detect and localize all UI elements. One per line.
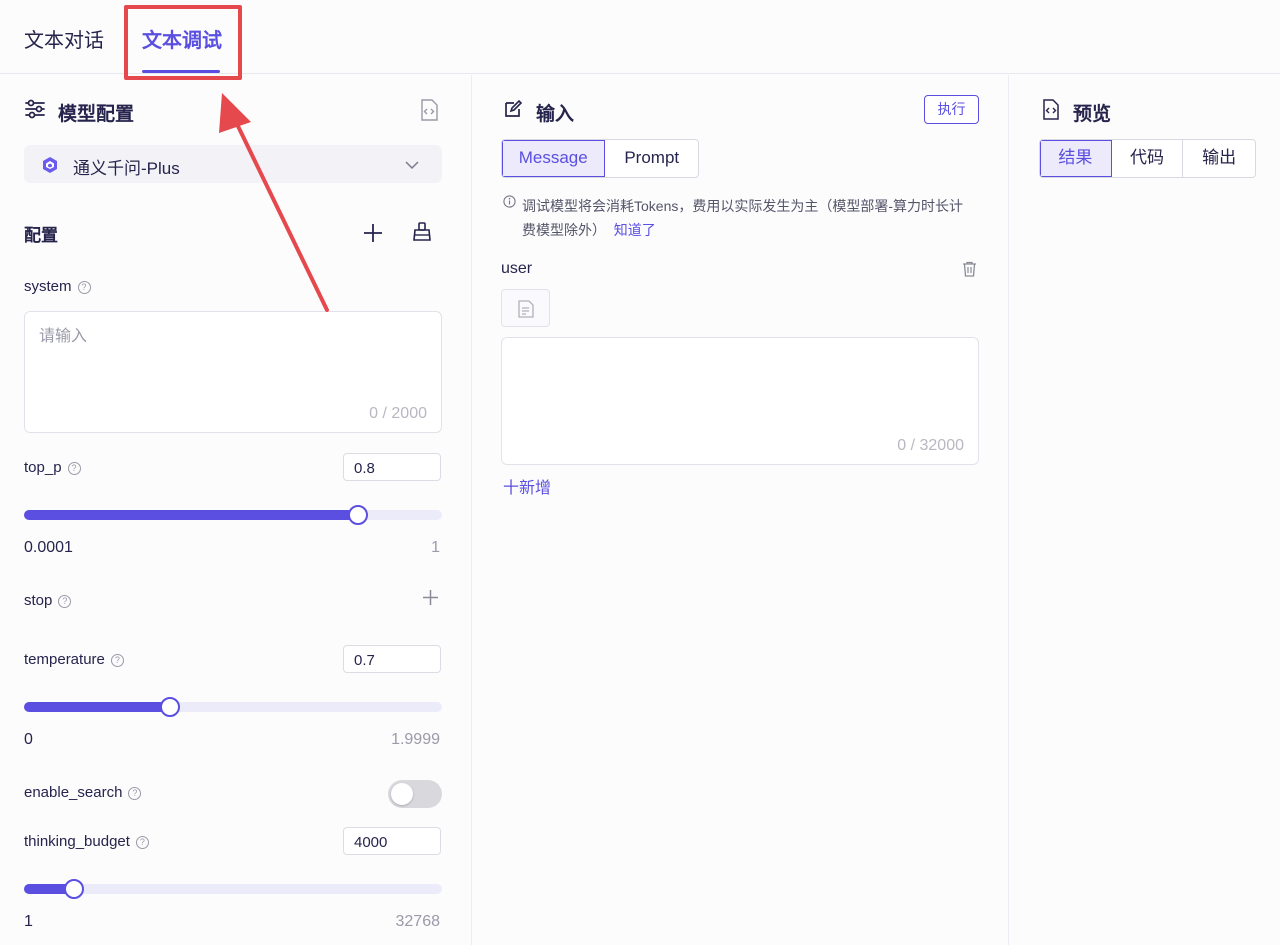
slider-thumb[interactable] [160, 697, 180, 717]
toggle-knob [391, 783, 413, 805]
top-p-max: 1 [431, 539, 440, 556]
top-p-input[interactable]: 0.8 [343, 453, 441, 481]
preview-panel: 预览 结果 代码 输出 [1009, 75, 1280, 945]
temperature-slider[interactable] [24, 697, 442, 717]
thinking-budget-max: 32768 [395, 913, 441, 930]
qwen-logo-icon [41, 156, 59, 179]
temperature-label-text: temperature [24, 651, 105, 668]
top-p-slider[interactable] [24, 505, 442, 525]
top-p-min: 0.0001 [24, 539, 73, 556]
settings-sliders-icon [24, 99, 46, 124]
temperature-max: 1.9999 [391, 731, 440, 748]
mode-message[interactable]: Message [502, 140, 606, 177]
slider-fill [24, 702, 170, 712]
model-config-title: 模型配置 [58, 104, 135, 125]
model-name: 通义千问-Plus [73, 159, 180, 178]
document-icon [517, 299, 535, 324]
message-char-counter: 0 / 32000 [897, 437, 964, 454]
stop-label-text: stop [24, 592, 53, 609]
add-stop-icon[interactable] [422, 589, 439, 611]
help-icon[interactable]: ? [67, 462, 81, 475]
code-file-icon [1042, 99, 1060, 125]
enable-search-toggle[interactable] [388, 780, 442, 808]
info-icon [503, 195, 516, 213]
enable-search-label-text: enable_search [24, 784, 123, 801]
slider-fill [24, 510, 358, 520]
top-p-label-text: top_p [24, 459, 62, 476]
mode-switch: Message Prompt [501, 139, 699, 178]
system-char-counter: 0 / 2000 [369, 405, 427, 422]
help-icon[interactable]: ? [110, 654, 124, 667]
config-section-label: 配置 [24, 226, 58, 245]
temperature-min: 0 [24, 731, 33, 748]
preview-view-switch: 结果 代码 输出 [1039, 139, 1256, 178]
system-placeholder: 请输入 [39, 328, 88, 345]
view-code[interactable]: 代码 [1112, 140, 1184, 177]
edit-icon [503, 99, 523, 124]
top-p-label: top_p? [24, 459, 81, 476]
help-icon[interactable]: ? [135, 836, 149, 849]
active-tab-indicator [142, 70, 220, 73]
add-param-icon[interactable] [363, 223, 383, 248]
input-panel: 输入 执行 Message Prompt 调试模型将会消耗Tokens，费用以实… [472, 75, 1009, 945]
thinking-budget-min: 1 [24, 913, 33, 930]
thinking-budget-slider[interactable] [24, 879, 442, 899]
temperature-input[interactable]: 0.7 [343, 645, 441, 673]
input-title: 输入 [536, 104, 575, 125]
chevron-down-icon [404, 157, 420, 175]
help-icon[interactable]: ? [58, 595, 72, 608]
stop-label: stop? [24, 592, 72, 609]
add-message-button[interactable]: 十新增 [503, 474, 551, 498]
enable-search-label: enable_search? [24, 784, 142, 801]
clear-brush-icon[interactable] [413, 222, 431, 247]
thinking-budget-label-text: thinking_budget [24, 833, 130, 850]
model-config-panel: 模型配置 通义千问-Plus 配置 system? 请输入 0 / 2000 t… [0, 75, 472, 945]
tab-text-chat[interactable]: 文本对话 [24, 24, 104, 53]
help-icon[interactable]: ? [128, 787, 142, 800]
system-label: system? [24, 278, 91, 295]
insert-template-button[interactable] [501, 289, 550, 327]
preview-title: 预览 [1073, 104, 1112, 125]
code-file-icon[interactable] [419, 99, 439, 126]
mode-prompt[interactable]: Prompt [605, 140, 698, 177]
tab-text-debug[interactable]: 文本调试 [142, 24, 222, 53]
view-output[interactable]: 输出 [1183, 140, 1255, 177]
system-label-text: system [24, 278, 72, 295]
view-result[interactable]: 结果 [1040, 140, 1112, 177]
token-notice: 调试模型将会消耗Tokens，费用以实际发生为主（模型部署-算力时长计费模型除外… [522, 194, 977, 242]
trash-icon[interactable] [962, 261, 977, 282]
system-input[interactable]: 请输入 0 / 2000 [24, 311, 442, 433]
role-label: user [501, 260, 533, 277]
help-icon[interactable]: ? [77, 281, 91, 294]
thinking-budget-input[interactable]: 4000 [343, 827, 441, 855]
user-message-input[interactable]: 0 / 32000 [501, 337, 979, 465]
temperature-label: temperature? [24, 651, 124, 668]
token-notice-text: 调试模型将会消耗Tokens，费用以实际发生为主（模型部署-算力时长计费模型除外… [522, 198, 964, 238]
thinking-budget-label: thinking_budget? [24, 833, 149, 850]
slider-thumb[interactable] [348, 505, 368, 525]
slider-thumb[interactable] [64, 879, 84, 899]
top-tab-bar: 文本对话 文本调试 [0, 0, 1280, 74]
run-button[interactable]: 执行 [924, 95, 979, 124]
model-select[interactable]: 通义千问-Plus [24, 145, 442, 183]
acknowledge-link[interactable]: 知道了 [614, 222, 656, 238]
